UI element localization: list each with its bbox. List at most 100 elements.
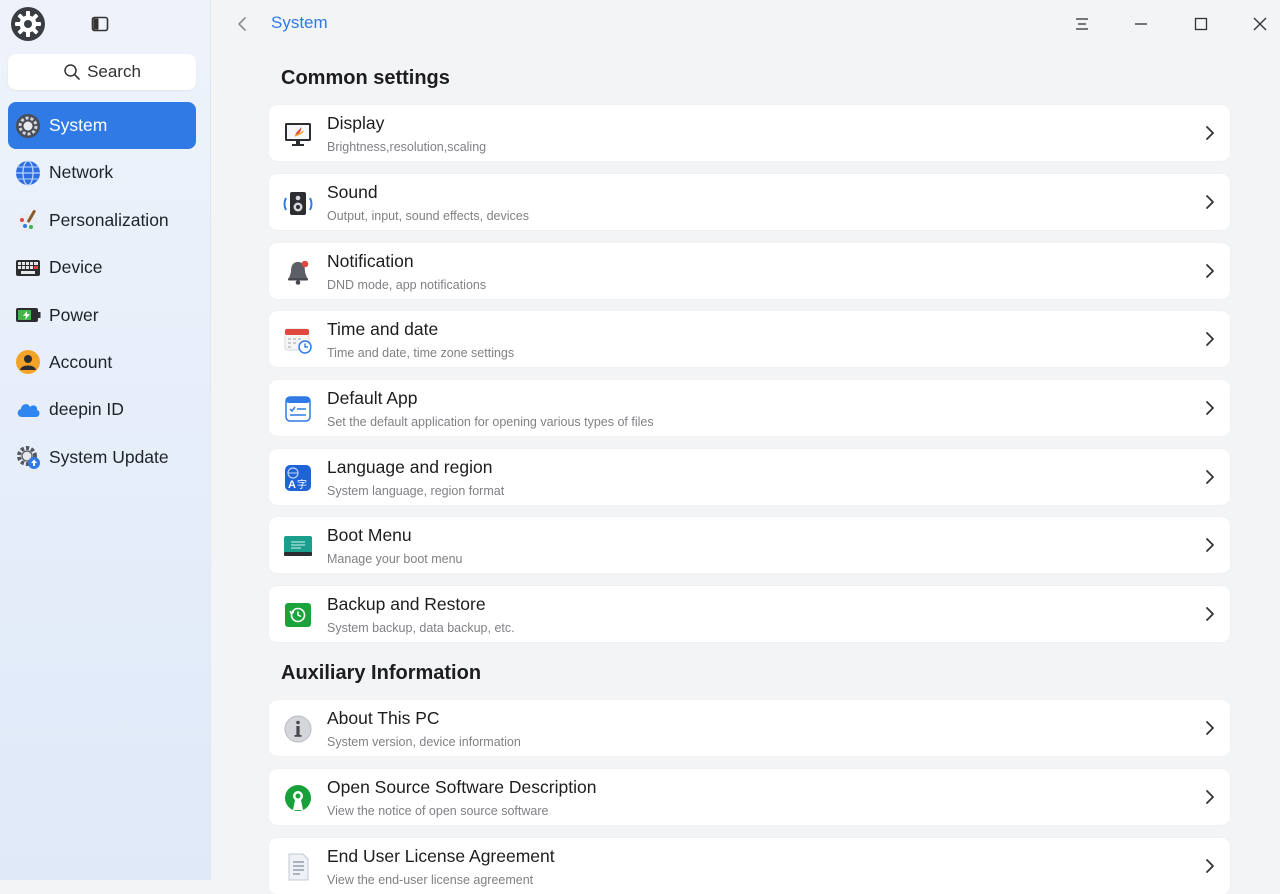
user-account-icon: [15, 349, 41, 375]
chevron-right-icon: [1206, 470, 1214, 484]
chevron-right-icon: [1206, 332, 1214, 346]
sidebar-item-label: Personalization: [49, 209, 169, 230]
palette-brush-icon: [15, 207, 41, 233]
item-subtitle: View the notice of open source software: [327, 804, 549, 818]
settings-item-open-source-software[interactable]: Open Source Software Description View th…: [269, 769, 1230, 825]
item-title: Notification: [327, 251, 414, 271]
sidebar-item-label: Power: [49, 304, 99, 325]
section-title-common: Common settings: [281, 67, 450, 89]
sidebar-item-label: Device: [49, 257, 103, 278]
settings-item-time-and-date[interactable]: Time and date Time and date, time zone s…: [269, 311, 1230, 367]
sidebar-item-label: System Update: [49, 446, 169, 467]
section-title-auxiliary: Auxiliary Information: [281, 662, 482, 684]
sidebar-item-system[interactable]: System: [8, 102, 196, 149]
sidebar-item-label: Network: [49, 162, 114, 183]
boot-menu-icon: [283, 531, 313, 561]
sidebar-item-label: Account: [49, 351, 113, 372]
backup-restore-icon: [283, 600, 313, 630]
search-placeholder: Search: [87, 62, 141, 81]
item-title: Display: [327, 113, 385, 133]
sidebar-item-deepin-id[interactable]: deepin ID: [8, 386, 196, 433]
chevron-right-icon: [1206, 126, 1214, 140]
item-title: Boot Menu: [327, 525, 412, 545]
settings-item-sound[interactable]: Sound Output, input, sound effects, devi…: [269, 174, 1230, 230]
network-globe-icon: [15, 160, 41, 186]
item-subtitle: Set the default application for opening …: [327, 415, 654, 429]
settings-item-end-user-license[interactable]: End User License Agreement View the end-…: [269, 838, 1230, 894]
item-subtitle: System backup, data backup, etc.: [327, 621, 515, 635]
svg-text:字: 字: [297, 478, 307, 491]
search-icon: [64, 64, 80, 80]
settings-item-notification[interactable]: Notification DND mode, app notifications: [269, 243, 1230, 299]
chevron-right-icon: [1206, 264, 1214, 278]
settings-item-boot-menu[interactable]: Boot Menu Manage your boot menu: [269, 517, 1230, 573]
sidebar-item-label: deepin ID: [49, 399, 124, 420]
item-title: Open Source Software Description: [327, 777, 597, 797]
item-subtitle: Manage your boot menu: [327, 552, 463, 566]
svg-text:A: A: [288, 479, 296, 491]
settings-item-default-app[interactable]: Default App Set the default application …: [269, 380, 1230, 436]
item-title: Default App: [327, 388, 418, 408]
cloud-icon: [15, 397, 41, 423]
item-title: Sound: [327, 182, 378, 202]
maximize-button[interactable]: [1187, 10, 1215, 38]
chevron-right-icon: [1206, 195, 1214, 209]
settings-item-language-and-region[interactable]: A 字 Language and region System language,…: [269, 449, 1230, 505]
display-monitor-icon: [283, 119, 313, 149]
bell-icon: [283, 257, 313, 287]
item-title: About This PC: [327, 708, 440, 728]
speaker-icon: [283, 188, 313, 218]
sidebar-toggle-button[interactable]: [90, 14, 110, 34]
breadcrumb[interactable]: System: [271, 13, 328, 33]
chevron-right-icon: [1206, 859, 1214, 873]
sidebar-item-account[interactable]: Account: [8, 339, 196, 386]
license-document-icon: [283, 852, 313, 882]
language-icon: A 字: [283, 463, 313, 493]
calendar-clock-icon: [283, 325, 313, 355]
chevron-right-icon: [1206, 538, 1214, 552]
system-icon: [15, 113, 41, 139]
item-subtitle: DND mode, app notifications: [327, 278, 487, 292]
sidebar-item-system-update[interactable]: System Update: [8, 434, 196, 481]
chevron-right-icon: [1206, 401, 1214, 415]
menu-button[interactable]: [1068, 10, 1096, 38]
main-content: System Common settings Display Brightnes…: [211, 0, 1280, 894]
keyboard-device-icon: [15, 255, 41, 281]
item-subtitle: System language, region format: [327, 484, 505, 498]
settings-item-about-this-pc[interactable]: About This PC System version, device inf…: [269, 700, 1230, 756]
minimize-button[interactable]: [1127, 10, 1155, 38]
chevron-right-icon: [1206, 607, 1214, 621]
close-button[interactable]: [1246, 10, 1274, 38]
sidebar-nav: System Network Personalization Device Po…: [8, 102, 196, 481]
item-subtitle: System version, device information: [327, 735, 521, 749]
item-subtitle: View the end-user license agreement: [327, 873, 534, 887]
settings-item-backup-and-restore[interactable]: Backup and Restore System backup, data b…: [269, 586, 1230, 642]
battery-power-icon: [15, 302, 41, 328]
item-subtitle: Brightness,resolution,scaling: [327, 140, 487, 154]
item-title: End User License Agreement: [327, 846, 555, 866]
sidebar-panel-icon: [91, 16, 109, 32]
info-icon: [283, 714, 313, 744]
open-source-icon: [283, 783, 313, 813]
sidebar-item-personalization[interactable]: Personalization: [8, 197, 196, 244]
back-button[interactable]: [231, 12, 253, 36]
default-app-list-icon: [283, 394, 313, 424]
item-title: Language and region: [327, 457, 493, 477]
sidebar-item-power[interactable]: Power: [8, 292, 196, 339]
close-icon: [1253, 17, 1267, 31]
minimize-icon: [1135, 23, 1147, 25]
settings-item-display[interactable]: Display Brightness,resolution,scaling: [269, 105, 1230, 161]
settings-app-gear-icon: [10, 6, 46, 42]
chevron-right-icon: [1206, 790, 1214, 804]
sidebar-item-device[interactable]: Device: [8, 244, 196, 291]
item-subtitle: Output, input, sound effects, devices: [327, 209, 529, 223]
sidebar-item-network[interactable]: Network: [8, 149, 196, 196]
sidebar: Search System Network Personalization De…: [0, 0, 211, 880]
sidebar-item-label: System: [49, 115, 108, 135]
chevron-left-icon: [238, 17, 246, 31]
search-input[interactable]: Search: [8, 54, 196, 90]
chevron-right-icon: [1206, 721, 1214, 735]
item-title: Backup and Restore: [327, 594, 486, 614]
item-subtitle: Time and date, time zone settings: [327, 346, 515, 360]
update-gear-icon: [15, 444, 41, 470]
